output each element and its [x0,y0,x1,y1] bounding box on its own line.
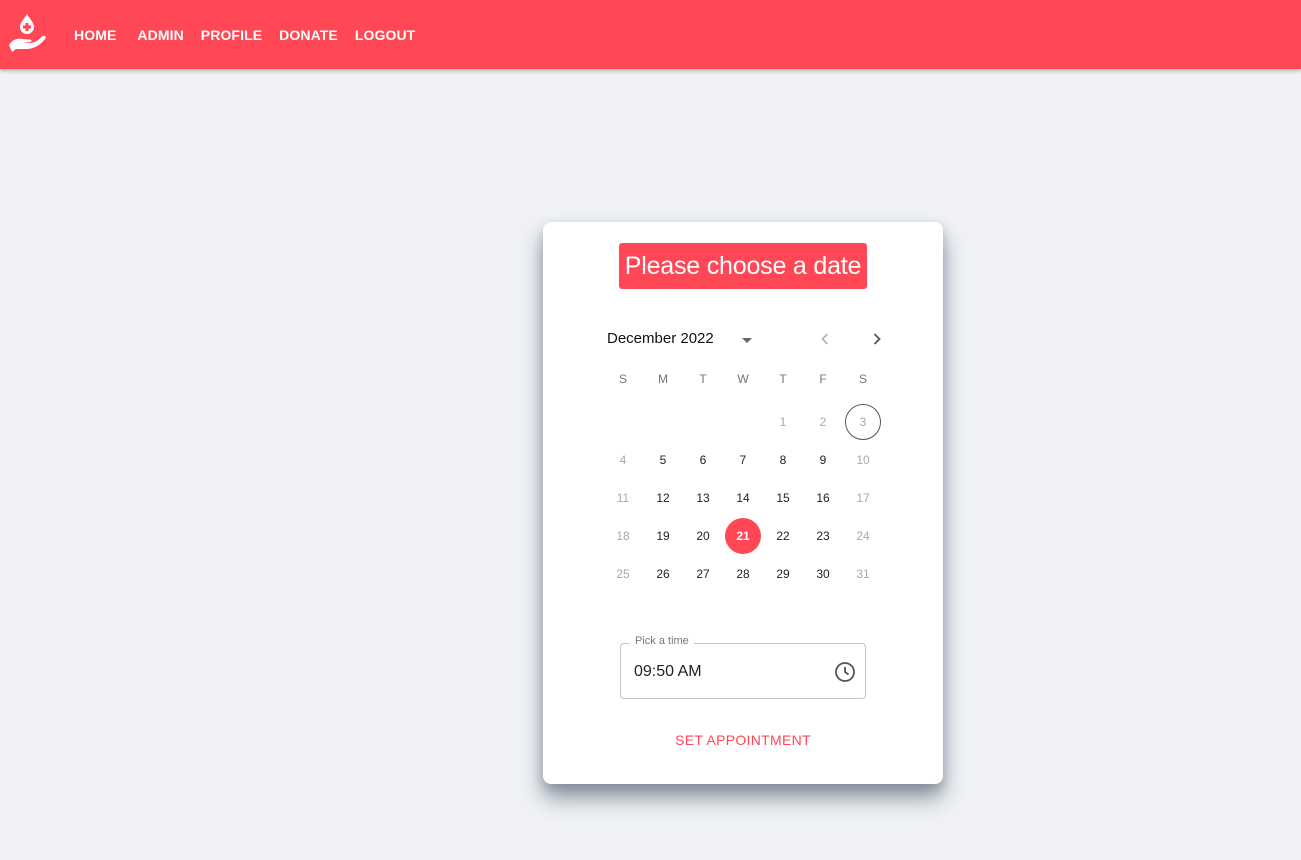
calendar-header: December 2022 [607,327,887,353]
calendar-day[interactable]: 5 [645,442,681,478]
weekday-label: S [618,372,627,386]
calendar-day[interactable]: 12 [645,480,681,516]
clock-icon[interactable] [833,660,857,684]
weekday-label: M [658,372,668,386]
calendar-day[interactable]: 23 [805,518,841,554]
nav-admin-link[interactable]: ADMIN [137,27,183,43]
calendar-day[interactable]: 27 [685,556,721,592]
weekday-header: SMTWTFS [603,372,883,386]
calendar-day: 2 [819,415,827,429]
calendar-day[interactable]: 29 [765,556,801,592]
calendar-day[interactable]: 16 [805,480,841,516]
calendar-day[interactable]: 26 [645,556,681,592]
hand-holding-blood-drop-icon[interactable] [6,12,48,54]
calendar-day: 11 [616,491,630,505]
nav-links: HOME ADMIN PROFILE DONATE LOGOUT [74,0,432,69]
month-year-label[interactable]: December 2022 [607,330,714,347]
weekday-label: F [819,372,827,386]
nav-logout-link[interactable]: LOGOUT [355,27,415,43]
calendar-empty-cell [685,404,721,440]
nav-donate-link[interactable]: DONATE [279,27,338,43]
calendar-day: 25 [616,567,630,581]
set-appointment-button[interactable]: SET APPOINTMENT [663,727,823,753]
appointment-card: Please choose a date December 2022 S M T W T… [543,222,943,784]
calendar-day-selected[interactable]: 21 [725,518,761,554]
weekday-label: T [779,372,787,386]
weekday-label: W [737,372,749,386]
calendar-day[interactable]: 6 [685,442,721,478]
nav-profile-link[interactable]: PROFILE [201,27,262,43]
chevron-left-icon[interactable] [813,327,837,351]
calendar-day[interactable]: 8 [765,442,801,478]
time-picker-field[interactable]: Pick a time 09:50 AM [620,635,866,699]
calendar-day[interactable]: 7 [725,442,761,478]
weekday-label: S [858,372,867,386]
calendar-day[interactable]: 28 [725,556,761,592]
calendar-day[interactable]: 14 [725,480,761,516]
calendar-day[interactable]: 19 [645,518,681,554]
calendar-day[interactable]: 13 [685,480,721,516]
time-value[interactable]: 09:50 AM [634,663,702,681]
calendar-day: 18 [616,529,630,543]
calendar-day: 1 [779,415,787,429]
nav-home-link[interactable]: HOME [74,27,116,43]
calendar-day[interactable]: 9 [805,442,841,478]
calendar-empty-cell [725,404,761,440]
calendar-days-grid: 1 2 3 4 5 6 7 8 9 10 11 12 13 14 15 16 17 18 19 20 21 22 23 24 2… [603,403,883,593]
calendar-day: 10 [856,453,870,467]
arrow-drop-down-icon[interactable] [737,330,757,350]
card-title: Please choose a date [619,243,867,289]
chevron-right-icon[interactable] [865,327,889,351]
calendar-day: 4 [619,453,627,467]
calendar-day: 24 [856,529,870,543]
calendar-day[interactable]: 20 [685,518,721,554]
calendar-day[interactable]: 15 [765,480,801,516]
calendar-empty-cell [645,404,681,440]
weekday-label: T [699,372,707,386]
calendar-day: 3 [845,404,881,440]
time-field-label: Pick a time [630,635,694,647]
calendar-empty-cell [605,404,641,440]
navbar: HOME ADMIN PROFILE DONATE LOGOUT [0,0,1301,69]
calendar-day[interactable]: 30 [805,556,841,592]
calendar-day[interactable]: 22 [765,518,801,554]
calendar-day: 17 [856,491,870,505]
calendar-day: 31 [856,567,870,581]
